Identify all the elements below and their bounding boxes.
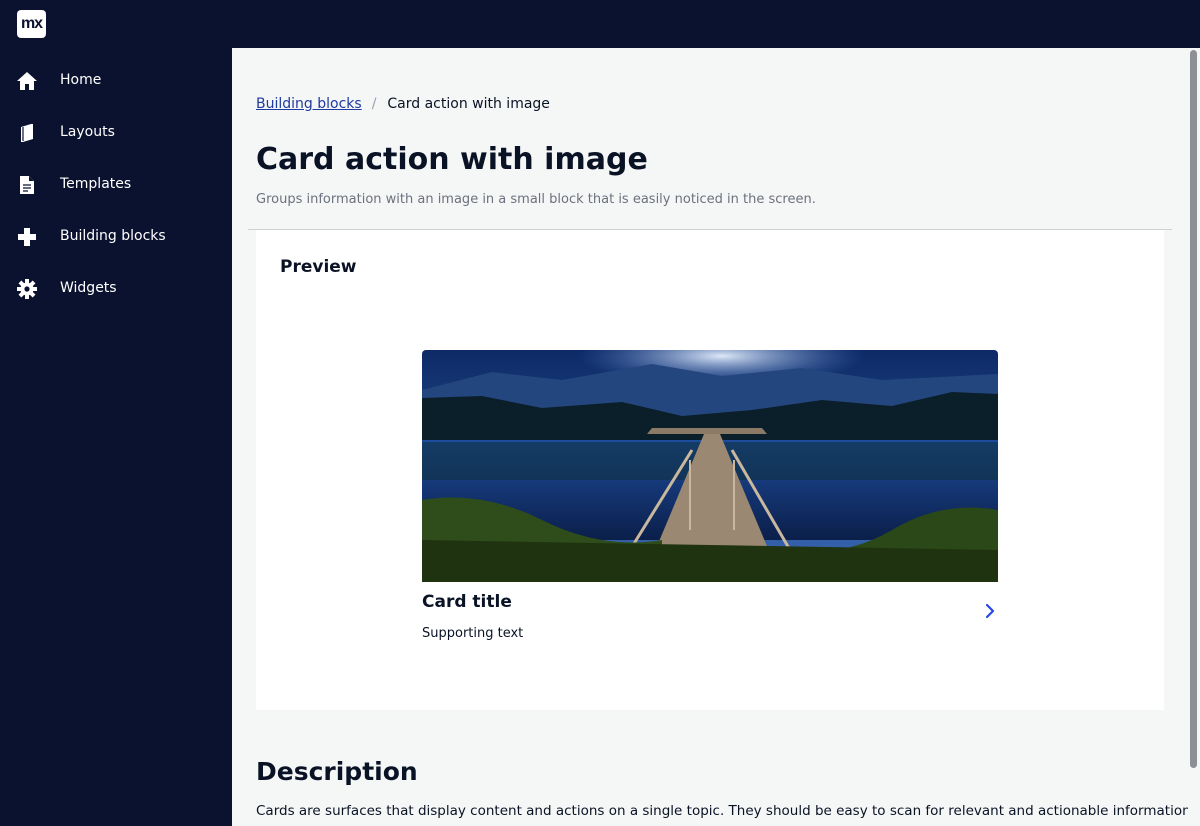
sidebar-item-label: Home xyxy=(60,72,102,88)
sidebar-item-label: Layouts xyxy=(60,124,115,140)
breadcrumb-current: Card action with image xyxy=(387,96,550,112)
breadcrumb-link-building-blocks[interactable]: Building blocks xyxy=(256,96,362,112)
description-heading: Description xyxy=(256,757,418,786)
lake-dock-night-image xyxy=(422,350,998,582)
mendix-logo[interactable]: mx xyxy=(17,10,46,38)
main-content: Building blocks / Card action with image… xyxy=(232,48,1188,826)
preview-heading: Preview xyxy=(280,257,357,277)
sidebar-item-widgets[interactable]: Widgets xyxy=(0,264,232,316)
breadcrumb: Building blocks / Card action with image xyxy=(256,96,550,112)
layouts-icon xyxy=(21,124,33,142)
sidebar-item-building-blocks[interactable]: Building blocks xyxy=(0,212,232,264)
gear-icon xyxy=(17,279,37,299)
sidebar-item-label: Building blocks xyxy=(60,228,166,244)
card-supporting-text: Supporting text xyxy=(422,626,524,641)
breadcrumb-separator: / xyxy=(371,96,377,112)
action-card[interactable]: Card title Supporting text xyxy=(422,350,1001,641)
sidebar-item-label: Templates xyxy=(60,176,132,192)
sidebar-item-home[interactable]: Home xyxy=(0,56,232,108)
page-title: Card action with image xyxy=(256,142,648,177)
plus-icon xyxy=(18,228,36,246)
sidebar: Home Layouts Templates Building blocks W… xyxy=(0,48,232,826)
scrollbar-thumb[interactable] xyxy=(1190,50,1197,768)
home-icon xyxy=(17,72,37,90)
description-text: Cards are surfaces that display content … xyxy=(256,803,1188,819)
top-bar: mx xyxy=(0,0,1200,48)
sidebar-item-label: Widgets xyxy=(60,280,117,296)
preview-panel: Preview Card title Supporting text xyxy=(256,230,1164,710)
card-title: Card title xyxy=(422,592,512,612)
document-icon xyxy=(20,176,34,194)
scrollbar[interactable] xyxy=(1188,48,1200,826)
sidebar-item-templates[interactable]: Templates xyxy=(0,160,232,212)
page-subtitle: Groups information with an image in a sm… xyxy=(256,192,816,207)
sidebar-item-layouts[interactable]: Layouts xyxy=(0,108,232,160)
chevron-right-icon[interactable] xyxy=(979,600,1001,622)
card-image xyxy=(422,350,998,582)
